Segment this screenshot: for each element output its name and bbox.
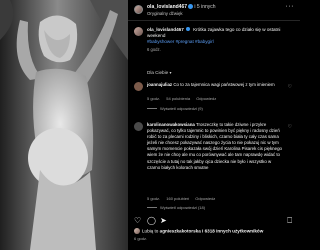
comment-icon[interactable]: ◯ <box>147 216 156 226</box>
photo-illustration <box>0 0 128 250</box>
caption-avatar[interactable] <box>134 27 143 36</box>
comment-author[interactable]: joannajuliaz <box>147 82 172 87</box>
comment-meta: 5 godz. 160 polubień Odpowiedz <box>147 196 220 201</box>
author-avatar[interactable] <box>134 5 143 14</box>
comment-text-block: karolinanowakowsiana Troszeczkę to takie… <box>147 122 285 171</box>
comment-reply-button[interactable]: Odpowiedz <box>196 96 216 101</box>
comment-likes[interactable]: 160 polubień <box>166 196 189 201</box>
post-side-panel: ola_lovisland467 i 5 innych Oryginalny d… <box>128 0 300 250</box>
author-suffix[interactable]: i 5 innych <box>194 4 215 10</box>
for-you-filter[interactable]: Dla Ciebie ▾ <box>147 70 172 75</box>
comment-likes[interactable]: 54 polubienia <box>166 96 190 101</box>
post-photo[interactable] <box>0 0 128 250</box>
comment-text: Troszeczkę to takie dziwne i przykre pok… <box>147 122 282 170</box>
more-options-icon[interactable]: ··· <box>286 3 295 10</box>
post-date: 6 godz. <box>134 236 148 241</box>
comment-time: 5 godz. <box>147 96 161 101</box>
heart-icon[interactable]: ♡ <box>134 216 141 226</box>
comment-heart-icon[interactable]: ♡ <box>288 84 292 90</box>
share-icon[interactable]: ➤ <box>160 216 167 226</box>
author-line: ola_lovisland467 i 5 innych <box>147 4 216 10</box>
likes-user[interactable]: agnieszkakotorska <box>160 229 201 234</box>
caption-text-block: ola_lovisland467 Krótka zajawka tego co … <box>147 27 297 46</box>
caption-author[interactable]: ola_lovisland467 <box>147 27 184 32</box>
view-replies-button[interactable]: Wyświetl odpowiedzi (18) <box>147 205 205 210</box>
comment-author[interactable]: karolinanowakowsiana <box>147 122 195 127</box>
comment-text-block: joannajuliaz Co to za tajemnica wagi pań… <box>147 82 285 88</box>
comment-avatar[interactable] <box>134 82 143 91</box>
likes-summary[interactable]: Lubią to agnieszkakotorska i 6318 innych… <box>134 228 298 234</box>
for-you-label: Dla Ciebie <box>147 70 169 75</box>
audio-label[interactable]: Oryginalny dźwięk <box>147 11 183 16</box>
view-replies-button[interactable]: Wyświetl odpowiedzi (9) <box>147 106 203 111</box>
chevron-down-icon: ▾ <box>169 70 172 75</box>
author-name[interactable]: ola_lovisland467 <box>147 4 187 10</box>
likes-suffix[interactable]: i 6318 innych użytkowników <box>202 229 263 234</box>
post-actions: ♡ ◯ ➤ ⎕ <box>134 216 294 226</box>
likes-prefix: Lubią to <box>142 228 159 234</box>
comment-reply-button[interactable]: Odpowiedz <box>195 196 215 201</box>
header-divider <box>128 20 300 21</box>
comment-item: karolinanowakowsiana Troszeczkę to takie… <box>134 122 294 214</box>
comment-time: 5 godz. <box>147 196 161 201</box>
liker-avatar <box>134 228 140 234</box>
caption-time: 6 godz. <box>147 47 161 52</box>
bookmark-icon[interactable]: ⎕ <box>287 216 292 226</box>
comment-item: joannajuliaz Co to za tajemnica wagi pań… <box>134 82 294 122</box>
caption-hashtags[interactable]: #babyshower #pregnat #babygirl <box>147 39 214 44</box>
comment-avatar[interactable] <box>134 122 143 131</box>
verified-icon <box>188 4 194 9</box>
post-header: ola_lovisland467 i 5 innych Oryginalny d… <box>134 3 294 21</box>
comment-meta: 5 godz. 54 polubienia Odpowiedz <box>147 96 221 101</box>
caption-verified-icon <box>185 27 190 31</box>
comment-text: Co to za tajemnica wagi państwowej z tym… <box>173 82 275 87</box>
comment-heart-icon[interactable]: ♡ <box>288 124 292 130</box>
